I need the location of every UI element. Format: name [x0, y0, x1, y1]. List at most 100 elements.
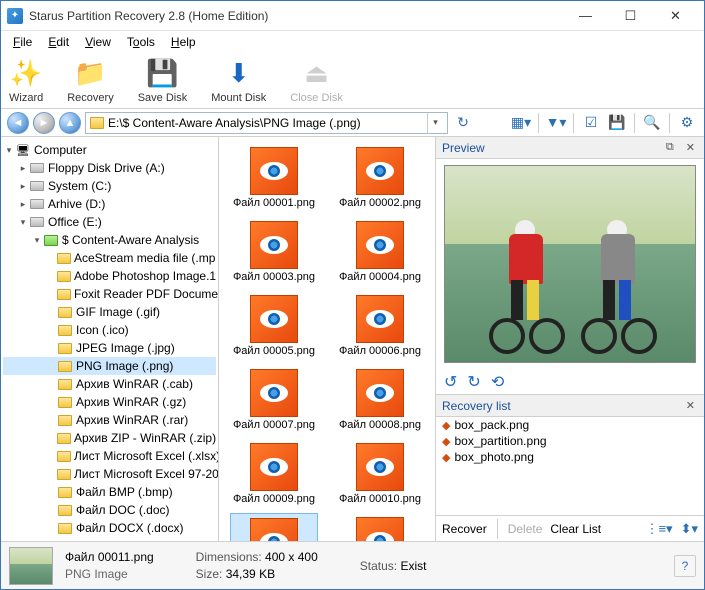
main-toolbar: ✨ Wizard 📁 Recovery 💾 Save Disk ⬇ Mount … — [1, 53, 704, 109]
tree-folder[interactable]: Файл BMP (.bmp) — [3, 483, 216, 501]
file-icon: ◆ — [442, 435, 450, 448]
status-filetype: PNG Image — [65, 567, 154, 581]
tree-folder[interactable]: Icon (.ico) — [3, 321, 216, 339]
menu-tools[interactable]: Tools — [121, 33, 161, 51]
recovery-list[interactable]: ◆box_pack.png◆box_partition.png◆box_phot… — [436, 417, 704, 515]
recovery-list-item[interactable]: ◆box_photo.png — [436, 449, 704, 465]
menu-edit[interactable]: Edit — [42, 33, 75, 51]
rotate-right-icon[interactable]: ↻ — [467, 372, 480, 392]
folder-icon — [57, 451, 71, 462]
file-thumbnail[interactable]: Файл 00012.png — [336, 513, 424, 541]
rotate-left-icon[interactable]: ↺ — [444, 372, 457, 392]
file-thumbnail[interactable]: Файл 00011.png — [230, 513, 318, 541]
tree-folder[interactable]: PNG Image (.png) — [3, 357, 216, 375]
mount-disk-button[interactable]: ⬇ Mount Disk — [211, 58, 266, 104]
minimize-button[interactable]: — — [563, 2, 608, 30]
filter-button[interactable]: ▼▾ — [545, 112, 567, 134]
help-button[interactable]: ? — [674, 555, 696, 577]
folder-icon — [58, 397, 72, 408]
preview-close-icon[interactable]: ✕ — [683, 141, 698, 154]
list-save-icon[interactable]: ⬍▾ — [681, 521, 698, 537]
menu-file[interactable]: File — [7, 33, 38, 51]
tree-drive[interactable]: ▸Floppy Disk Drive (A:) — [3, 159, 216, 177]
file-thumbnail[interactable]: Файл 00007.png — [230, 365, 318, 435]
file-thumbnail[interactable]: Файл 00010.png — [336, 439, 424, 509]
nav-back-button[interactable]: ◄ — [7, 112, 29, 134]
recovery-list-item[interactable]: ◆box_pack.png — [436, 417, 704, 433]
refresh-button[interactable]: ↻ — [452, 112, 474, 134]
folder-icon — [90, 117, 104, 129]
folder-icon — [57, 271, 71, 282]
tree-drive[interactable]: ▸System (C:) — [3, 177, 216, 195]
thumbnail-icon — [356, 517, 404, 541]
file-thumbnail[interactable]: Файл 00006.png — [336, 291, 424, 361]
view-mode-button[interactable]: ▦▾ — [510, 112, 532, 134]
file-thumbnail[interactable]: Файл 00003.png — [230, 217, 318, 287]
close-button[interactable]: ✕ — [653, 2, 698, 30]
tree-folder[interactable]: AceStream media file (.mp — [3, 249, 216, 267]
tree-folder[interactable]: Adobe Photoshop Image.1 — [3, 267, 216, 285]
tree-folder[interactable]: Архив WinRAR (.gz) — [3, 393, 216, 411]
maximize-button[interactable]: ☐ — [608, 2, 653, 30]
recovery-list-item[interactable]: ◆box_partition.png — [436, 433, 704, 449]
folder-icon — [44, 235, 58, 246]
file-thumbnail[interactable]: Файл 00008.png — [336, 365, 424, 435]
preview-rotate-toolbar: ↺ ↻ ⟲ — [436, 369, 704, 395]
nav-forward-button[interactable]: ► — [33, 112, 55, 134]
tree-folder[interactable]: Foxit Reader PDF Documen — [3, 285, 216, 303]
select-all-button[interactable]: ☑ — [580, 112, 602, 134]
close-disk-icon: ⏏ — [301, 58, 333, 90]
folder-icon — [57, 469, 71, 480]
folder-tree[interactable]: ▾Computer ▸Floppy Disk Drive (A:) ▸Syste… — [1, 137, 219, 541]
options-button[interactable]: ⚙ — [676, 112, 698, 134]
tree-folder[interactable]: Архив ZIP - WinRAR (.zip) — [3, 429, 216, 447]
address-input[interactable]: E:\$ Content-Aware Analysis\PNG Image (.… — [85, 112, 448, 134]
tree-folder[interactable]: Лист Microsoft Excel (.xlsx) — [3, 447, 216, 465]
list-options-icon[interactable]: ⋮≡▾ — [645, 521, 672, 537]
recovery-icon: 📁 — [74, 58, 106, 90]
preview-header: Preview ⧉ ✕ — [436, 137, 704, 159]
recover-button[interactable]: Recover — [442, 522, 487, 536]
thumbnail-icon — [250, 518, 298, 541]
tree-folder[interactable]: JPEG Image (.jpg) — [3, 339, 216, 357]
thumbnail-icon — [356, 295, 404, 343]
preview-popout-icon[interactable]: ⧉ — [663, 141, 677, 154]
menu-help[interactable]: Help — [165, 33, 202, 51]
rotate-reset-icon[interactable]: ⟲ — [491, 372, 504, 392]
file-thumbnail[interactable]: Файл 00004.png — [336, 217, 424, 287]
file-thumbnail[interactable]: Файл 00002.png — [336, 143, 424, 213]
wizard-label: Wizard — [9, 92, 43, 104]
clear-list-button[interactable]: Clear List — [550, 522, 601, 536]
thumbnail-label: Файл 00004.png — [339, 271, 421, 283]
tree-drive[interactable]: ▾Office (E:) — [3, 213, 216, 231]
save-button[interactable]: 💾 — [606, 112, 628, 134]
menu-view[interactable]: View — [79, 33, 117, 51]
recovery-button[interactable]: 📁 Recovery — [67, 58, 113, 104]
file-icon: ◆ — [442, 419, 450, 432]
tree-folder[interactable]: Лист Microsoft Excel 97-20 — [3, 465, 216, 483]
recovery-list-close-icon[interactable]: ✕ — [683, 399, 698, 412]
tree-content-aware[interactable]: ▾$ Content-Aware Analysis — [3, 231, 216, 249]
wizard-icon: ✨ — [10, 58, 42, 90]
tree-computer[interactable]: ▾Computer — [3, 141, 216, 159]
tree-folder[interactable]: Файл DOC (.doc) — [3, 501, 216, 519]
file-thumbnail[interactable]: Файл 00001.png — [230, 143, 318, 213]
thumbnail-label: Файл 00005.png — [233, 345, 315, 357]
preview-title: Preview — [442, 141, 485, 155]
thumbnail-label: Файл 00007.png — [233, 419, 315, 431]
save-disk-button[interactable]: 💾 Save Disk — [138, 58, 188, 104]
status-filename: Файл 00011.png — [65, 550, 154, 564]
tree-folder[interactable]: Архив WinRAR (.cab) — [3, 375, 216, 393]
tree-folder[interactable]: GIF Image (.gif) — [3, 303, 216, 321]
wizard-button[interactable]: ✨ Wizard — [9, 58, 43, 104]
file-thumbnail[interactable]: Файл 00005.png — [230, 291, 318, 361]
thumbnail-label: Файл 00006.png — [339, 345, 421, 357]
search-button[interactable]: 🔍 — [641, 112, 663, 134]
address-dropdown-icon[interactable]: ▾ — [427, 113, 443, 133]
nav-up-button[interactable]: ▲ — [59, 112, 81, 134]
tree-folder[interactable]: Архив WinRAR (.rar) — [3, 411, 216, 429]
tree-folder[interactable]: Файл DOCX (.docx) — [3, 519, 216, 537]
tree-drive[interactable]: ▸Arhive (D:) — [3, 195, 216, 213]
file-thumbnail[interactable]: Файл 00009.png — [230, 439, 318, 509]
file-grid[interactable]: Файл 00001.png Файл 00002.png Файл 00003.p… — [219, 137, 436, 541]
